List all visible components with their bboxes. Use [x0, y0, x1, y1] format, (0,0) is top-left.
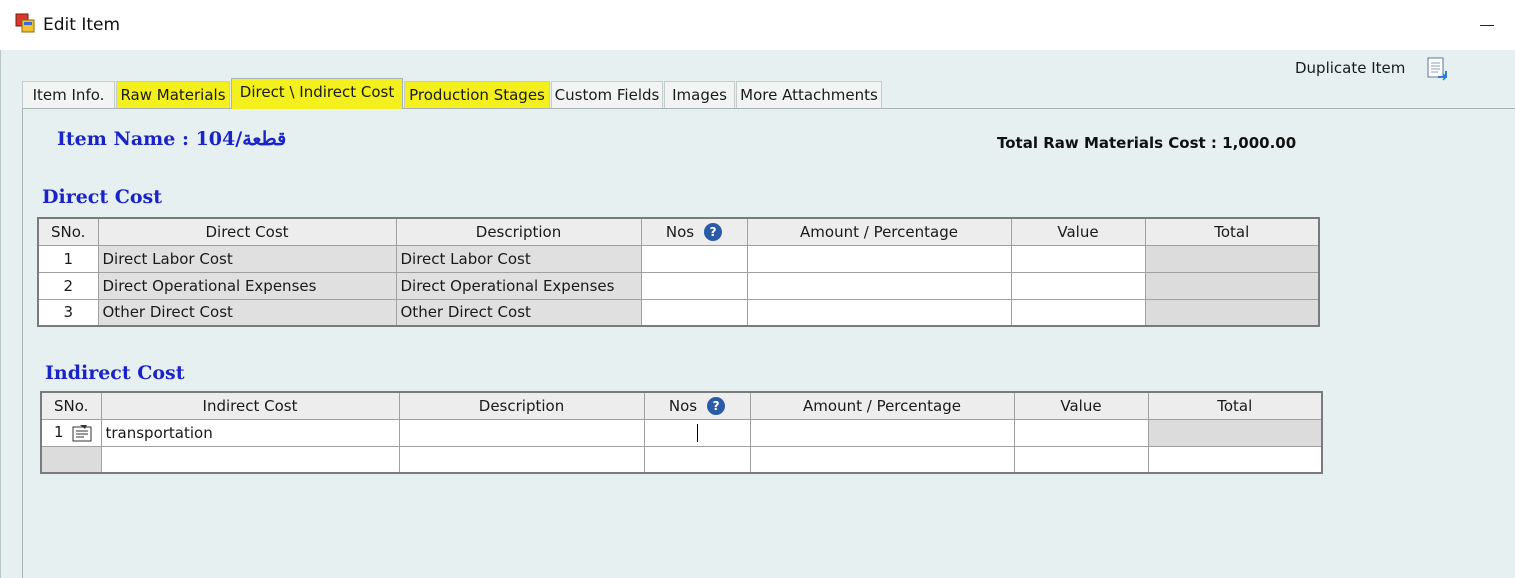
value-cell[interactable]	[1010, 271, 1146, 300]
item-name-label: Item Name : 104/قطعة	[57, 128, 287, 150]
cost-cell: Other Direct Cost	[97, 298, 397, 327]
indirect-cost-grid: SNo. Indirect Cost Description Nos? Amou…	[40, 391, 1323, 474]
app-window-icon	[15, 13, 35, 33]
cost-cell: Direct Operational Expenses	[97, 271, 397, 300]
tab-item-info[interactable]: Item Info.	[22, 81, 115, 109]
amount-cell[interactable]	[749, 418, 1015, 447]
tab-production-stages[interactable]: Production Stages	[404, 81, 550, 109]
total-raw-materials-cost: Total Raw Materials Cost : 1,000.00	[997, 134, 1297, 152]
help-icon[interactable]: ?	[704, 223, 723, 241]
amount-cell[interactable]	[746, 298, 1012, 327]
row-edit-icon[interactable]	[72, 424, 94, 442]
grid-header-row: SNo. Direct Cost Description Nos? Amount…	[37, 217, 1320, 246]
col-header-amount-percentage: Amount / Percentage	[749, 391, 1015, 420]
nos-cell[interactable]	[640, 298, 748, 327]
nos-cell[interactable]	[640, 244, 748, 273]
total-cell	[1144, 298, 1320, 327]
help-icon[interactable]: ?	[707, 397, 726, 415]
tab-panel	[22, 108, 1515, 578]
tab-raw-materials[interactable]: Raw Materials	[116, 81, 230, 109]
duplicate-item-button[interactable]: Duplicate Item	[1295, 59, 1405, 77]
tab-custom-fields[interactable]: Custom Fields	[551, 81, 663, 109]
grid-header-row: SNo. Indirect Cost Description Nos? Amou…	[40, 391, 1323, 420]
document-copy-icon[interactable]	[1426, 57, 1448, 81]
total-cell	[1144, 271, 1320, 300]
description-cell: Other Direct Cost	[395, 298, 642, 327]
table-row[interactable]: 2 Direct Operational Expenses Direct Ope…	[37, 271, 1320, 300]
amount-cell[interactable]	[749, 445, 1015, 474]
cost-cell[interactable]	[100, 445, 400, 474]
total-cell	[1147, 445, 1323, 474]
title-bar: Edit Item	[0, 0, 1515, 50]
col-header-nos-label: Nos	[668, 396, 698, 415]
col-header-description: Description	[398, 391, 645, 420]
value-cell[interactable]	[1013, 418, 1149, 447]
tab-more-attachments[interactable]: More Attachments	[736, 81, 882, 109]
indirect-cost-title: Indirect Cost	[45, 362, 185, 384]
col-header-direct-cost: Direct Cost	[97, 217, 397, 246]
description-cell[interactable]	[398, 418, 645, 447]
table-row[interactable]: 1 transportation	[40, 418, 1323, 447]
sno-cell: 2	[37, 271, 99, 300]
nos-cell[interactable]	[643, 418, 751, 447]
col-header-amount-percentage: Amount / Percentage	[746, 217, 1012, 246]
total-cell	[1144, 244, 1320, 273]
total-cell	[1147, 418, 1323, 447]
col-header-value: Value	[1013, 391, 1149, 420]
cost-cell[interactable]: transportation	[100, 418, 400, 447]
cost-cell: Direct Labor Cost	[97, 244, 397, 273]
tab-images[interactable]: Images	[664, 81, 735, 109]
col-header-total: Total	[1144, 217, 1320, 246]
col-header-description: Description	[395, 217, 642, 246]
minimize-button[interactable]	[1468, 6, 1506, 44]
description-cell: Direct Labor Cost	[395, 244, 642, 273]
col-header-nos-label: Nos	[665, 222, 695, 241]
window-title: Edit Item	[43, 15, 121, 35]
sno-value: 1	[54, 423, 64, 442]
value-cell[interactable]	[1010, 244, 1146, 273]
col-header-total: Total	[1147, 391, 1323, 420]
col-header-sno: SNo.	[40, 391, 102, 420]
table-row-new[interactable]	[40, 445, 1323, 474]
description-cell[interactable]	[398, 445, 645, 474]
col-header-nos: Nos?	[640, 217, 748, 246]
col-header-sno: SNo.	[37, 217, 99, 246]
value-cell[interactable]	[1013, 445, 1149, 474]
tab-direct-indirect-cost[interactable]: Direct \ Indirect Cost	[231, 78, 403, 109]
value-cell[interactable]	[1010, 298, 1146, 327]
sno-cell: 1	[37, 244, 99, 273]
sno-cell: 1	[40, 418, 102, 447]
description-cell: Direct Operational Expenses	[395, 271, 642, 300]
sno-cell	[40, 445, 102, 474]
text-caret	[696, 423, 698, 442]
amount-cell[interactable]	[746, 244, 1012, 273]
nos-cell[interactable]	[640, 271, 748, 300]
sno-cell: 3	[37, 298, 99, 327]
col-header-nos: Nos?	[643, 391, 751, 420]
col-header-indirect-cost: Indirect Cost	[100, 391, 400, 420]
direct-cost-title: Direct Cost	[42, 186, 163, 208]
table-row[interactable]: 3 Other Direct Cost Other Direct Cost	[37, 298, 1320, 327]
nos-cell[interactable]	[643, 445, 751, 474]
direct-cost-grid: SNo. Direct Cost Description Nos? Amount…	[37, 217, 1320, 327]
table-row[interactable]: 1 Direct Labor Cost Direct Labor Cost	[37, 244, 1320, 273]
col-header-value: Value	[1010, 217, 1146, 246]
amount-cell[interactable]	[746, 271, 1012, 300]
